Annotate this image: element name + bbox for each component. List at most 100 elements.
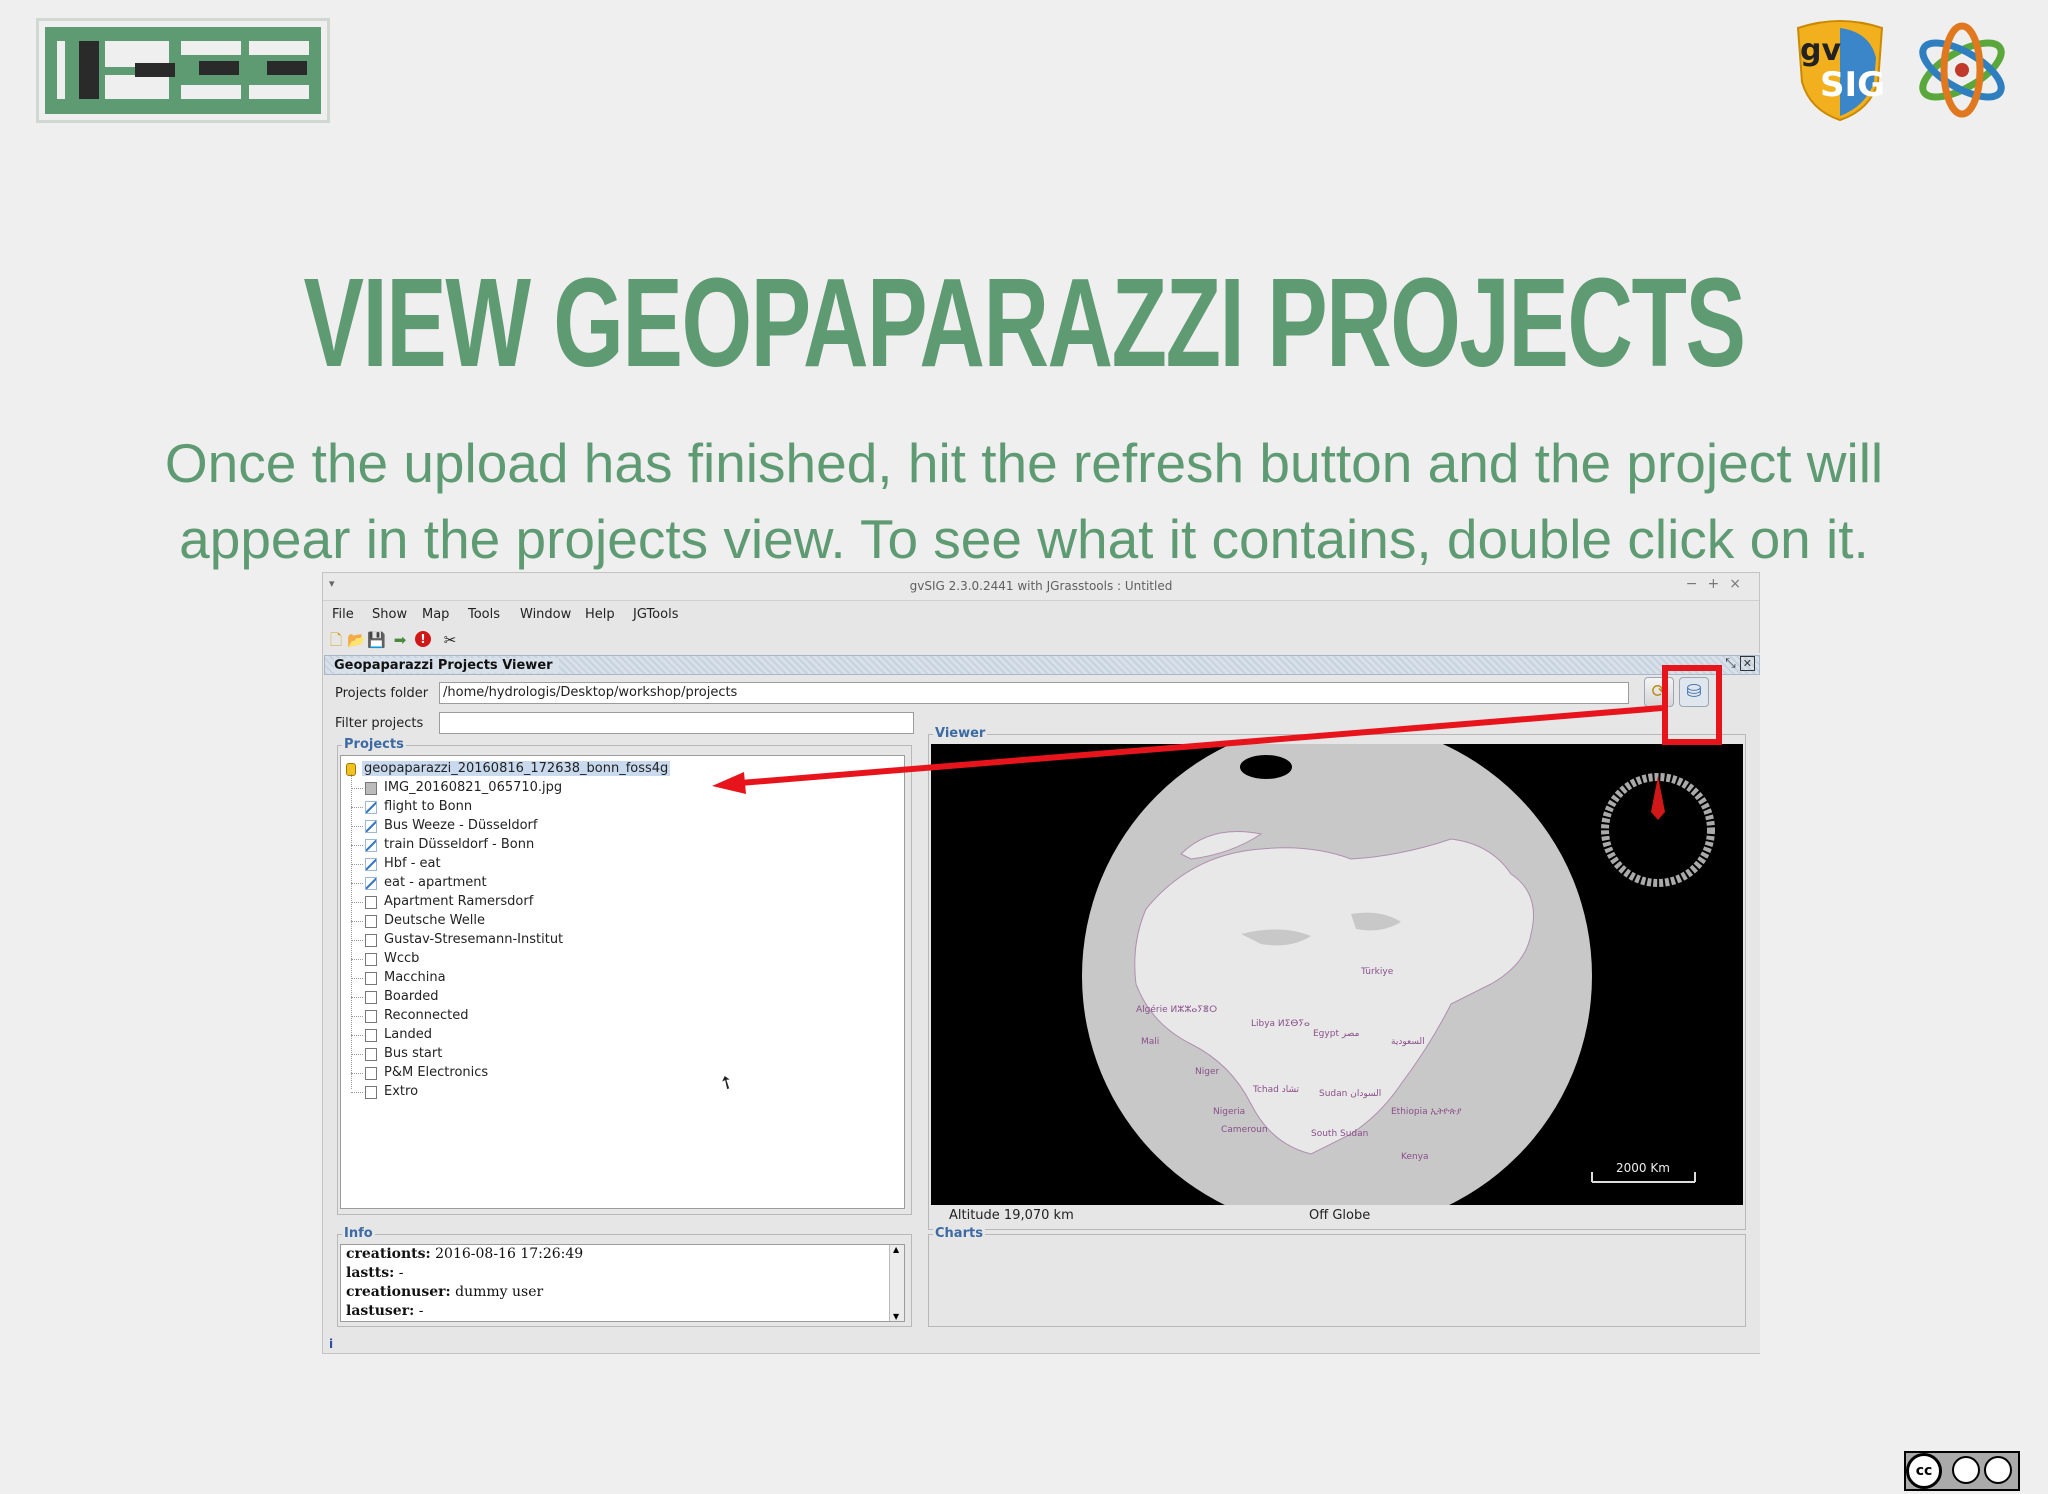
sa-icon [1984, 1456, 2012, 1484]
save-icon[interactable]: 💾 [367, 631, 386, 649]
country-label: Algérie ⵍⵣⵣⴰⵢⴻⵔ [1136, 1004, 1217, 1015]
open-folder-icon[interactable]: 📂 [347, 631, 366, 649]
info-scrollbar[interactable]: ▲ ▼ [889, 1245, 904, 1321]
menu-map[interactable]: Map [422, 607, 449, 622]
info-icon[interactable]: i [329, 1337, 333, 1351]
svg-text:gv: gv [1800, 33, 1841, 68]
note-icon [365, 1048, 377, 1061]
image-icon [365, 782, 377, 795]
note-icon [365, 896, 377, 909]
charts-group-title: Charts [933, 1226, 985, 1241]
country-label: South Sudan [1311, 1129, 1368, 1139]
minimize-icon[interactable]: − [1686, 576, 1708, 592]
cc-license-badge: cc [1904, 1451, 2020, 1491]
frame-title: Geopaparazzi Projects Viewer [334, 658, 559, 673]
tree-item-label: Boarded [384, 989, 439, 1004]
projects-group-title: Projects [342, 737, 406, 752]
tree-item-label: train Düsseldorf - Bonn [384, 837, 535, 852]
export-icon[interactable]: ➡ [391, 631, 409, 649]
projects-folder-input[interactable]: /home/hydrologis/Desktop/workshop/projec… [439, 682, 1629, 704]
cc-icon: cc [1906, 1453, 1942, 1489]
info-creationuser: creationuser: dummy user [346, 1284, 544, 1300]
window-titlebar: ▾ gvSIG 2.3.0.2441 with JGrasstools : Un… [323, 573, 1759, 601]
note-icon [365, 1029, 377, 1042]
grass-logo [1912, 20, 2012, 120]
scroll-up-icon[interactable]: ▲ [893, 1245, 899, 1254]
map-statusbar: Altitude 19,070 km Off Globe [931, 1205, 1743, 1225]
toolbar: 🗋 📂 💾 ➡ ! ✂ [323, 627, 483, 653]
tree-item-label: P&M Electronics [384, 1065, 489, 1080]
frame-close-icon[interactable]: ✕ [1739, 656, 1755, 671]
note-icon [365, 1010, 377, 1023]
gvsig-window: ▾ gvSIG 2.3.0.2441 with JGrasstools : Un… [322, 572, 1760, 1354]
subtitle-line-2: appear in the projects view. To see what… [179, 508, 1869, 570]
tree-root-label: geopaparazzi_20160816_172638_bonn_foss4g [362, 761, 671, 776]
maximize-icon[interactable]: + [1708, 576, 1730, 592]
tree-item-label: Macchina [384, 970, 446, 985]
track-icon [365, 877, 377, 890]
note-icon [365, 1067, 377, 1080]
tree-item-label: Landed [384, 1027, 432, 1042]
mouse-cursor-icon: ➚ [713, 1070, 740, 1095]
tree-item-label: Deutsche Welle [384, 913, 485, 928]
globe-map[interactable]: Türkiye Libya ⵍⵉⴱⵢⴰ Egypt مصر Sudan السو… [931, 744, 1743, 1205]
tree-item-label: Gustav-Stresemann-Institut [384, 932, 564, 947]
projects-tree[interactable]: geopaparazzi_20160816_172638_bonn_foss4g… [340, 755, 905, 1209]
track-icon [365, 839, 377, 852]
country-label: Egypt مصر [1313, 1029, 1360, 1039]
menu-file[interactable]: File [332, 607, 354, 622]
frame-header: Geopaparazzi Projects Viewer ⤡ ✕ [324, 655, 1760, 675]
country-label: Sudan السودان [1319, 1089, 1381, 1099]
filter-projects-input[interactable] [439, 712, 914, 734]
viewer-group-title: Viewer [933, 726, 988, 741]
compass-icon[interactable] [1601, 773, 1715, 887]
menu-help[interactable]: Help [585, 607, 615, 622]
frame-controls: ⤡ ✕ [1725, 656, 1755, 671]
hcc-logo [36, 18, 330, 123]
tree-item-label: IMG_20160821_065710.jpg [384, 780, 563, 795]
tree-item-label: Extro [384, 1084, 419, 1099]
info-lastuser: lastuser: - [346, 1303, 424, 1319]
note-icon [365, 953, 377, 966]
restore-icon[interactable]: ⤡ [1725, 656, 1735, 671]
tools-icon[interactable]: ✂ [441, 631, 459, 649]
new-document-icon[interactable]: 🗋 [327, 631, 345, 649]
filter-projects-label: Filter projects [335, 716, 424, 731]
menu-jgtools[interactable]: JGTools [633, 607, 678, 622]
note-icon [365, 915, 377, 928]
info-lastts: lastts: - [346, 1265, 404, 1281]
scroll-down-icon[interactable]: ▼ [893, 1312, 899, 1321]
country-label: Nigeria [1213, 1107, 1245, 1117]
track-icon [365, 801, 377, 814]
subtitle-line-1: Once the upload has finished, hit the re… [164, 432, 1884, 494]
scale-label: 2000 Km [1616, 1161, 1670, 1175]
refresh-highlight-box [1662, 665, 1722, 745]
info-group-title: Info [342, 1226, 375, 1241]
tree-item-label: Apartment Ramersdorf [384, 894, 534, 909]
menu-show[interactable]: Show [372, 607, 407, 622]
close-icon[interactable]: × [1729, 576, 1751, 592]
note-icon [365, 991, 377, 1004]
note-icon [365, 972, 377, 985]
projects-viewer-frame: Geopaparazzi Projects Viewer ⤡ ✕ Project… [324, 653, 1760, 1353]
by-icon [1952, 1456, 1980, 1484]
slide-subtitle: Once the upload has finished, hit the re… [100, 425, 1948, 577]
charts-group: Charts [928, 1226, 1746, 1327]
globe-mode: Off Globe [1309, 1208, 1371, 1223]
menu-tools[interactable]: Tools [468, 607, 500, 622]
country-label: Niger [1195, 1067, 1219, 1077]
error-icon[interactable]: ! [415, 631, 431, 647]
country-label: Ethiopia ኢትዮጵያ [1391, 1107, 1462, 1117]
tree-item-label: eat - apartment [384, 875, 487, 890]
info-panel[interactable]: creationts: 2016-08-16 17:26:49 lastts: … [340, 1244, 905, 1322]
note-icon [365, 934, 377, 947]
window-title: gvSIG 2.3.0.2441 with JGrasstools : Unti… [909, 579, 1173, 593]
country-label: Tchad تشاد [1252, 1085, 1299, 1095]
country-label: Mali [1141, 1037, 1159, 1047]
svg-text:SIG: SIG [1820, 65, 1885, 105]
tree-item-label: Reconnected [384, 1008, 469, 1023]
track-icon [365, 858, 377, 871]
country-label: Türkiye [1360, 967, 1394, 977]
window-controls: −+× [1686, 576, 1751, 592]
menu-window[interactable]: Window [520, 607, 571, 622]
